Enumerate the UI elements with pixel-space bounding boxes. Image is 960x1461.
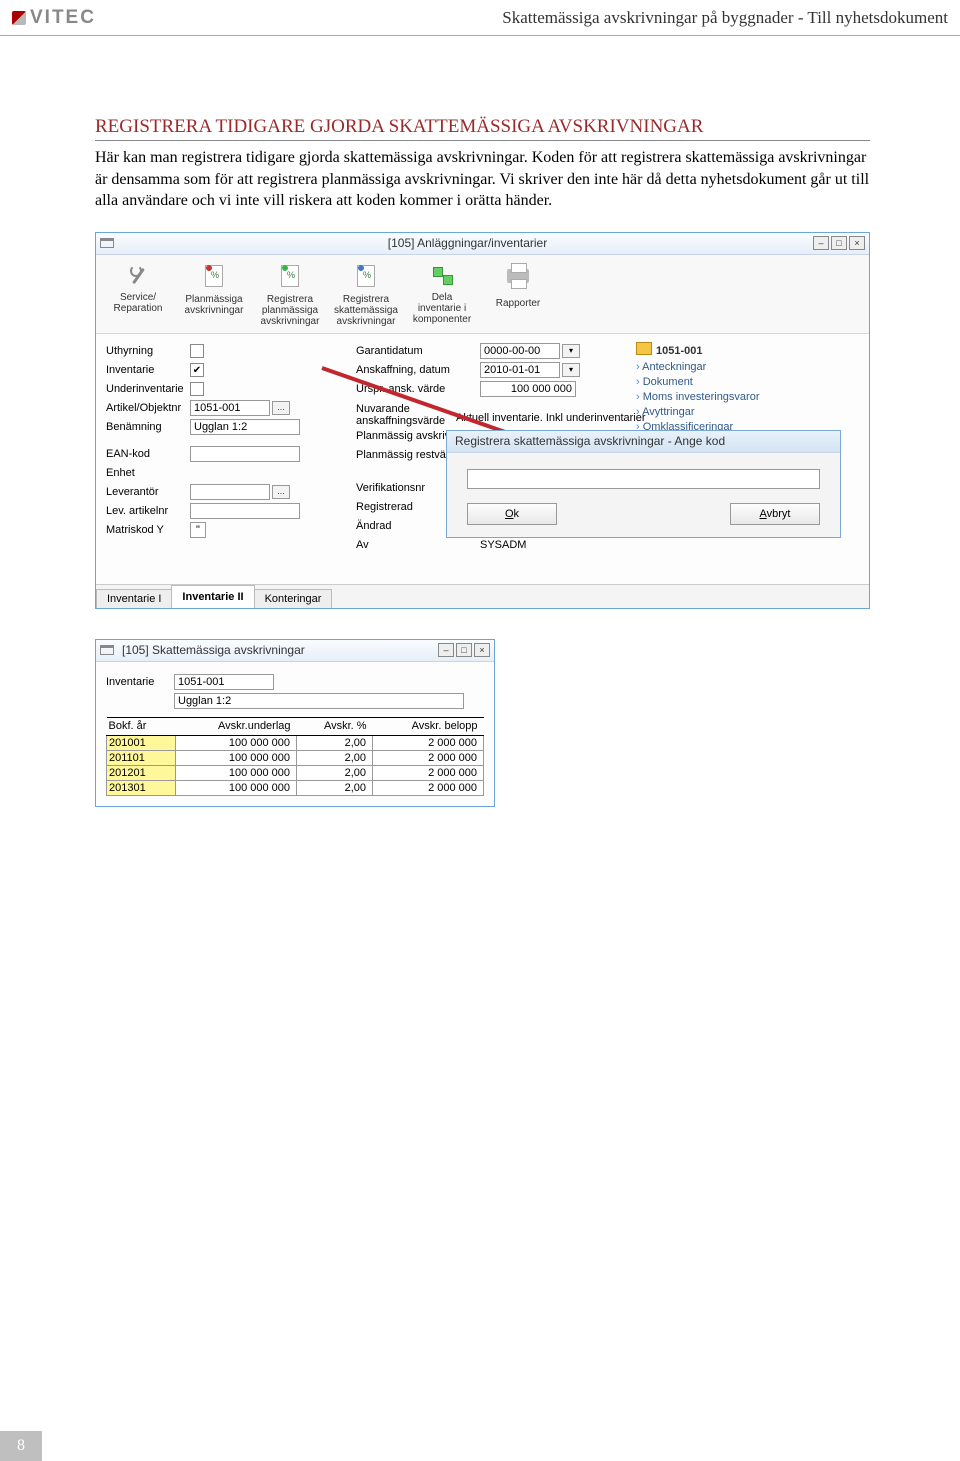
doc-icon	[201, 265, 227, 291]
page-header: VITEC Skattemässiga avskrivningar på byg…	[0, 0, 960, 36]
checkbox-inventarie[interactable]: ✔	[190, 363, 204, 377]
input-inventarie-name[interactable]	[174, 693, 464, 709]
input-urspr[interactable]	[480, 381, 576, 397]
tb-dela[interactable]: Dela inventarie i komponenter	[404, 261, 480, 329]
section-body: Här kan man registrera tidigare gjorda s…	[95, 147, 870, 212]
toolbar: Service/ Reparation Planmässiga avskrivn…	[96, 255, 869, 334]
vitec-logo-icon	[12, 11, 26, 25]
titlebar: [105] Anläggningar/inventarier – □ ×	[96, 233, 869, 255]
window-icon	[100, 238, 114, 248]
link-dokument[interactable]: Dokument	[636, 375, 849, 390]
tb-reg-plan[interactable]: Registrera planmässiga avskrivningar	[252, 261, 328, 329]
tab-inventarie-1[interactable]: Inventarie I	[96, 589, 172, 608]
vitec-logo-text: VITEC	[30, 7, 96, 29]
tab-inventarie-2[interactable]: Inventarie II	[171, 585, 254, 608]
label-inventarie: Inventarie	[106, 364, 190, 376]
table-row[interactable]: 201201 100 000 000 2,00 2 000 000	[107, 765, 484, 780]
col-year: Bokf. år	[107, 717, 176, 735]
col-base: Avskr.underlag	[175, 717, 296, 735]
lev-lookup[interactable]: …	[272, 485, 290, 499]
checkbox-uthyrning[interactable]	[190, 344, 204, 358]
folder-1051[interactable]: 1051-001	[636, 342, 849, 357]
label-matris: Matriskod Y	[106, 524, 190, 536]
input-artikel[interactable]	[190, 400, 270, 416]
label-underinv: Underinventarie	[106, 383, 190, 395]
tb-planmassiga[interactable]: Planmässiga avskrivningar	[176, 261, 252, 329]
ok-button[interactable]: Ok	[467, 503, 557, 525]
label-urspr: Urspr. ansk. värde	[356, 383, 480, 395]
label-levart: Lev. artikelnr	[106, 505, 190, 517]
col-amt: Avskr. belopp	[373, 717, 484, 735]
doc-icon	[353, 265, 379, 291]
window-skattemassiga: [105] Skattemässiga avskrivningar – □ × …	[95, 639, 495, 807]
tb-service[interactable]: Service/ Reparation	[100, 261, 176, 329]
wrench-icon	[125, 263, 151, 289]
modal-titlebar: Registrera skattemässiga avskrivningar -…	[447, 431, 840, 453]
label-ean: EAN-kod	[106, 448, 190, 460]
tab-konteringar[interactable]: Konteringar	[254, 589, 333, 608]
minimize-button[interactable]: –	[813, 236, 829, 250]
tb-rapporter[interactable]: Rapporter	[480, 261, 556, 329]
label-leverantor: Leverantör	[106, 486, 190, 498]
cancel-button[interactable]: Avbryt	[730, 503, 820, 525]
titlebar: [105] Skattemässiga avskrivningar – □ ×	[96, 640, 494, 662]
value-av: SYSADM	[480, 539, 526, 551]
doc-icon	[277, 265, 303, 291]
label-av: Av	[356, 539, 480, 551]
input-ean[interactable]	[190, 446, 300, 462]
aktuell-text: Aktuell inventarie. Inkl underinventarie…	[456, 412, 646, 424]
label-uthyrning: Uthyrning	[106, 345, 190, 357]
tabs: Inventarie I Inventarie II Konteringar	[96, 584, 869, 608]
minimize-button[interactable]: –	[438, 643, 454, 657]
printer-icon	[505, 269, 531, 295]
window-title: [105] Skattemässiga avskrivningar	[122, 643, 438, 657]
input-inventarie[interactable]	[174, 674, 274, 690]
close-button[interactable]: ×	[849, 236, 865, 250]
link-avyttringar[interactable]: Avyttringar	[636, 405, 849, 420]
section-heading: REGISTRERA TIDIGARE GJORDA SKATTEMÄSSIGA…	[95, 116, 870, 141]
close-button[interactable]: ×	[474, 643, 490, 657]
label-enhet: Enhet	[106, 467, 190, 479]
link-moms[interactable]: Moms investeringsvaror	[636, 390, 849, 405]
input-code[interactable]	[467, 469, 820, 489]
table-row[interactable]: 201301 100 000 000 2,00 2 000 000	[107, 780, 484, 795]
modal-title: Registrera skattemässiga avskrivningar -…	[455, 434, 725, 448]
input-leverantor[interactable]	[190, 484, 270, 500]
artikel-lookup[interactable]: …	[272, 401, 290, 415]
input-garanti[interactable]	[480, 343, 560, 359]
label-garanti: Garantidatum	[356, 345, 480, 357]
ansk-dd[interactable]: ▾	[562, 363, 580, 377]
garanti-dd[interactable]: ▾	[562, 344, 580, 358]
window-icon	[100, 645, 114, 655]
window-anlaggningar: [105] Anläggningar/inventarier – □ × Ser…	[95, 232, 870, 609]
input-benamning[interactable]	[190, 419, 300, 435]
input-ansk[interactable]	[480, 362, 560, 378]
input-levart[interactable]	[190, 503, 300, 519]
input-matris[interactable]	[190, 522, 206, 538]
page-number: 8	[0, 1431, 42, 1461]
tb-reg-skatt[interactable]: Registrera skattemässiga avskrivningar	[328, 261, 404, 329]
modal-register-code: Registrera skattemässiga avskrivningar -…	[446, 430, 841, 538]
label-inventarie: Inventarie	[106, 676, 174, 688]
maximize-button[interactable]: □	[831, 236, 847, 250]
link-anteckningar[interactable]: Anteckningar	[636, 360, 849, 375]
window-title: [105] Anläggningar/inventarier	[122, 236, 813, 250]
maximize-button[interactable]: □	[456, 643, 472, 657]
label-ansk: Anskaffning, datum	[356, 364, 480, 376]
avskrivning-table: Bokf. år Avskr.underlag Avskr. % Avskr. …	[106, 717, 484, 796]
split-icon	[429, 263, 455, 289]
table-row[interactable]: 201101 100 000 000 2,00 2 000 000	[107, 750, 484, 765]
label-benamning: Benämning	[106, 421, 190, 433]
col-pct: Avskr. %	[297, 717, 373, 735]
table-row[interactable]: 201001 100 000 000 2,00 2 000 000	[107, 735, 484, 750]
label-artikel: Artikel/Objektnr	[106, 402, 190, 414]
checkbox-underinv[interactable]	[190, 382, 204, 396]
header-title: Skattemässiga avskrivningar på byggnader…	[502, 8, 948, 28]
